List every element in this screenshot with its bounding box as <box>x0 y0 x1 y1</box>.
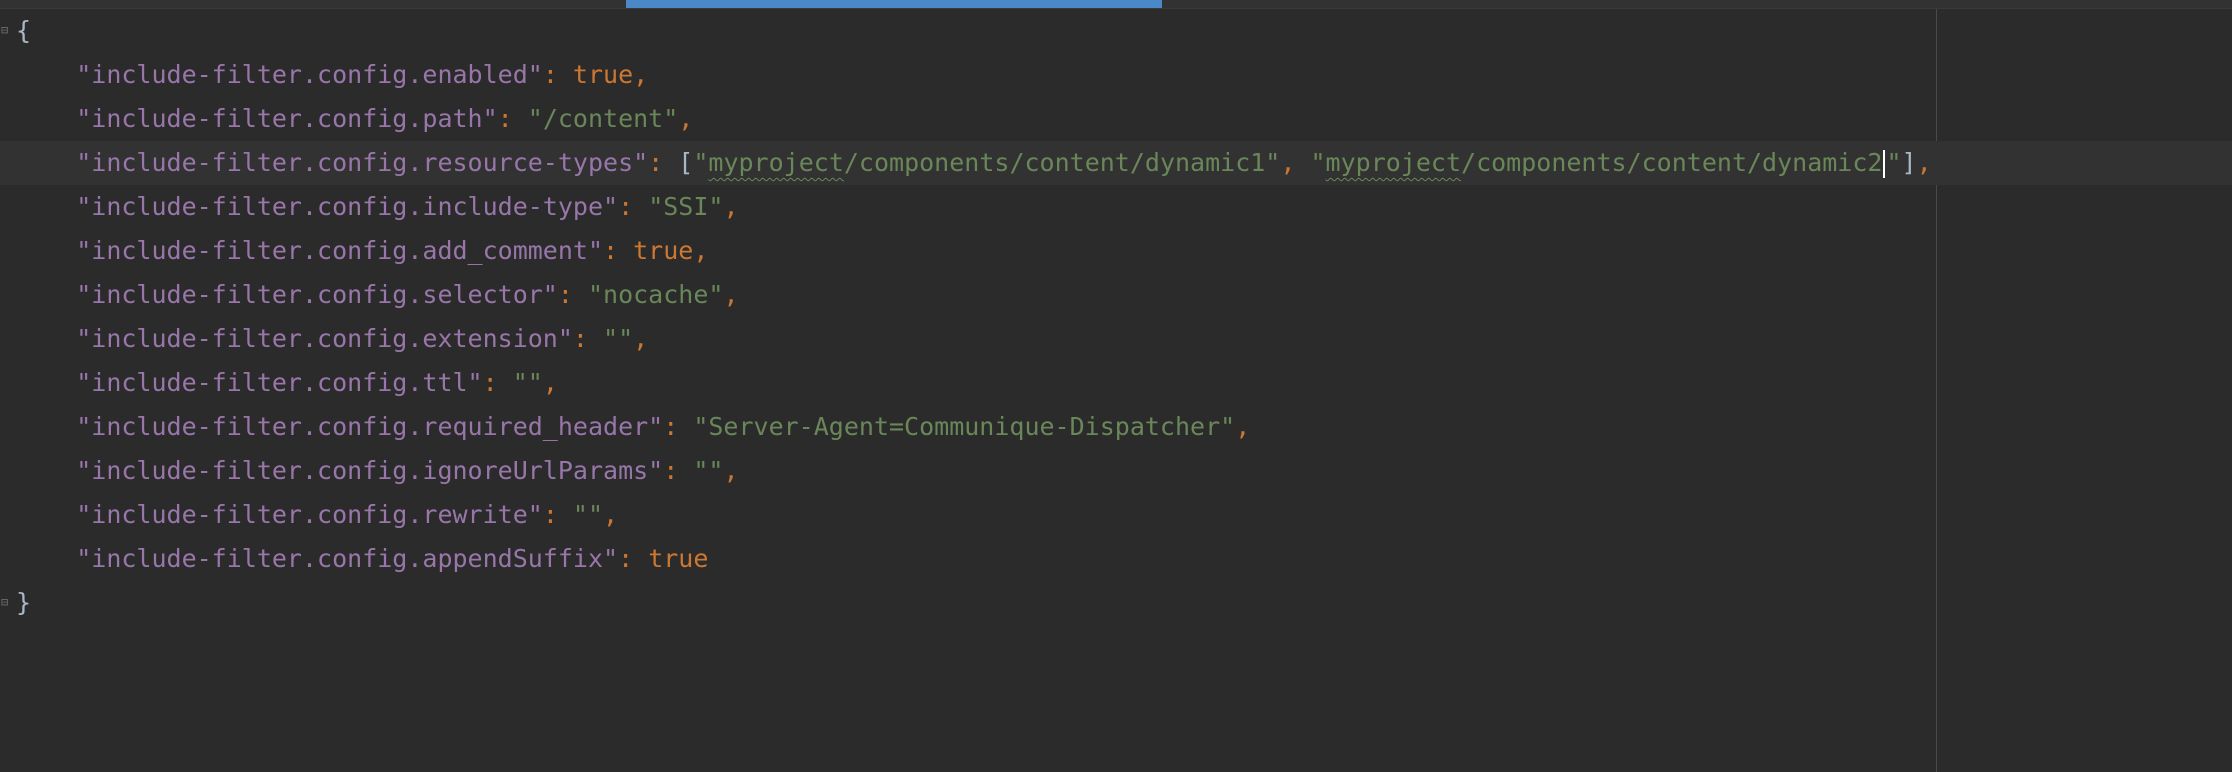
json-value: "SSI" <box>648 192 724 221</box>
json-comma: , <box>723 456 739 485</box>
json-value: true <box>648 544 709 573</box>
json-value: "" <box>603 324 634 353</box>
spellcheck-word: myproject <box>708 148 844 177</box>
json-comma: , <box>542 368 558 397</box>
code-line: "include-filter.config.include-type": "S… <box>16 185 2216 229</box>
json-key: "include-filter.config.include-type" <box>76 192 619 221</box>
close-brace: } <box>16 588 32 617</box>
code-line-open-brace: { <box>16 9 2216 53</box>
fold-open-icon[interactable]: ⊟ <box>1 23 10 37</box>
code-line: "include-filter.config.resource-types": … <box>0 141 2232 185</box>
json-colon: : <box>572 324 604 353</box>
json-key: "include-filter.config.extension" <box>76 324 573 353</box>
json-colon: : <box>618 192 649 221</box>
json-value: "/content" <box>527 104 679 133</box>
json-value: true <box>572 60 634 89</box>
json-value: "" <box>572 500 604 529</box>
code-line: "include-filter.config.selector": "nocac… <box>16 273 2216 317</box>
json-key: "include-filter.config.ignoreUrlParams" <box>76 456 664 485</box>
json-colon: : <box>618 544 649 573</box>
json-value: true <box>633 236 694 265</box>
array-item-quote: " <box>693 148 709 177</box>
array-item-value: /components/content/dynamic1" <box>843 148 1281 177</box>
array-item-quote: " <box>1886 148 1902 177</box>
array-close-bracket: ] <box>1901 148 1917 177</box>
code-line-close-brace: } <box>16 581 2216 625</box>
json-key: "include-filter.config.resource-types" <box>76 148 649 177</box>
json-value: "Server-Agent=Communique-Dispatcher" <box>693 412 1236 441</box>
json-comma: , <box>1916 148 1932 177</box>
code-line: "include-filter.config.required_header":… <box>16 405 2216 449</box>
json-key: "include-filter.config.selector" <box>76 280 558 309</box>
code-line: "include-filter.config.add_comment": tru… <box>16 229 2216 273</box>
json-comma: , <box>693 236 709 265</box>
json-colon: : <box>663 456 694 485</box>
json-key: "include-filter.config.add_comment" <box>76 236 604 265</box>
code-line: "include-filter.config.ignoreUrlParams":… <box>16 449 2216 493</box>
editor-gutter: ⊟ ⊟ <box>0 9 14 772</box>
json-key: "include-filter.config.path" <box>76 104 498 133</box>
json-comma: , <box>723 280 739 309</box>
code-editor[interactable]: { "include-filter.config.enabled": true,… <box>0 9 2232 772</box>
json-comma: , <box>723 192 739 221</box>
json-colon: : <box>542 500 573 529</box>
open-brace: { <box>16 16 32 45</box>
code-line: "include-filter.config.ttl": "", <box>16 361 2216 405</box>
code-line: "include-filter.config.extension": "", <box>16 317 2216 361</box>
json-colon: : <box>497 104 528 133</box>
json-colon: : <box>603 236 634 265</box>
json-key: "include-filter.config.enabled" <box>76 60 543 89</box>
code-line: "include-filter.config.enabled": true, <box>16 53 2216 97</box>
json-colon: : <box>648 148 679 177</box>
json-colon: : <box>663 412 694 441</box>
json-comma: , <box>678 104 694 133</box>
array-item-quote: " <box>1310 148 1326 177</box>
json-comma: , <box>1235 412 1251 441</box>
code-line: "include-filter.config.path": "/content"… <box>16 97 2216 141</box>
array-open-bracket: [ <box>678 148 694 177</box>
array-item-value: /components/content/dynamic2 <box>1461 148 1883 177</box>
json-key: "include-filter.config.ttl" <box>76 368 483 397</box>
code-line: "include-filter.config.appendSuffix": tr… <box>16 537 2216 581</box>
json-value: "nocache" <box>587 280 724 309</box>
json-colon: : <box>542 60 573 89</box>
fold-close-icon[interactable]: ⊟ <box>1 595 10 609</box>
json-key: "include-filter.config.rewrite" <box>76 500 543 529</box>
json-comma: , <box>603 500 619 529</box>
editor-tab-strip <box>0 0 2232 9</box>
json-key: "include-filter.config.required_header" <box>76 412 664 441</box>
json-comma: , <box>633 324 649 353</box>
spellcheck-word: myproject <box>1325 148 1462 177</box>
array-separator: , <box>1280 148 1311 177</box>
json-comma: , <box>633 60 649 89</box>
json-value: "" <box>693 456 724 485</box>
json-colon: : <box>482 368 513 397</box>
json-key: "include-filter.config.appendSuffix" <box>76 544 619 573</box>
code-line: "include-filter.config.rewrite": "", <box>16 493 2216 537</box>
loading-progress-bar <box>626 0 1162 8</box>
json-colon: : <box>557 280 588 309</box>
json-value: "" <box>512 368 543 397</box>
